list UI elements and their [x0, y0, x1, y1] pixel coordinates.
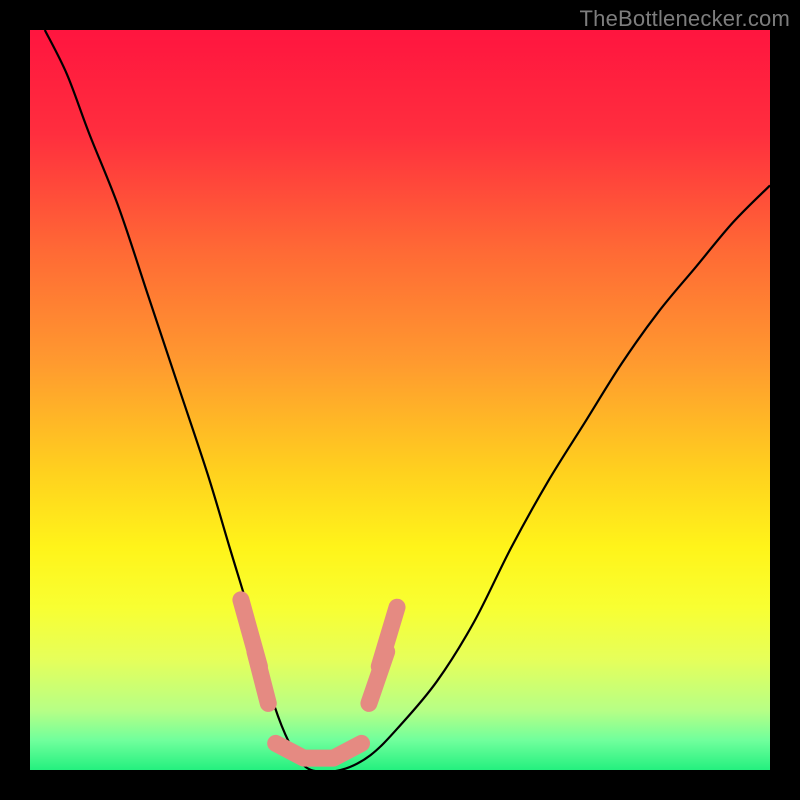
bottleneck-curve [45, 30, 770, 770]
plot-area [30, 30, 770, 770]
chart-svg [30, 30, 770, 770]
worm-overlay [241, 600, 397, 758]
worm-segment [276, 743, 362, 758]
worm-segment [255, 652, 268, 704]
watermark-text: TheBottlenecker.com [580, 6, 790, 32]
chart-frame: TheBottlenecker.com [0, 0, 800, 800]
worm-segment [379, 607, 397, 666]
